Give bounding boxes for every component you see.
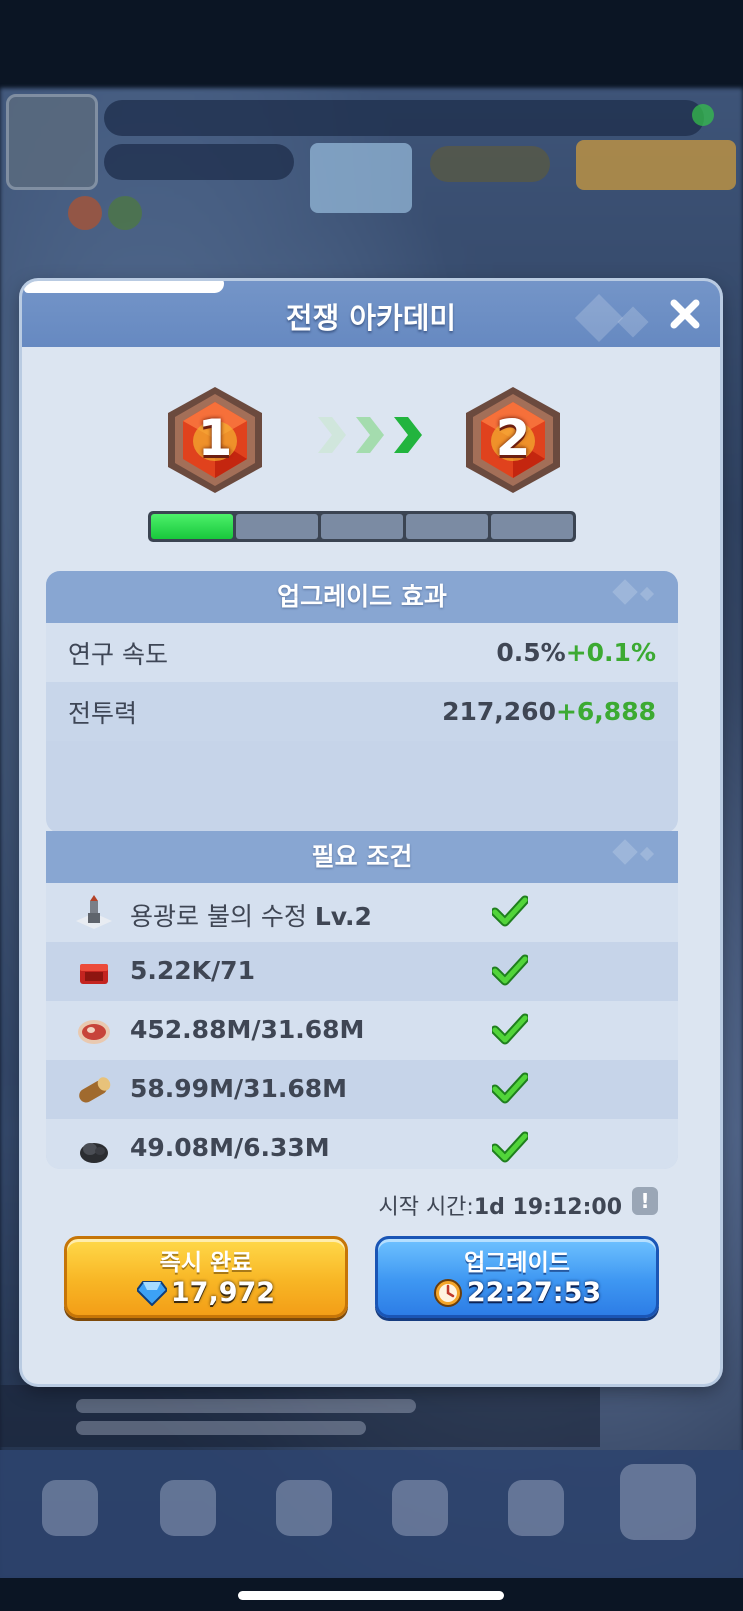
check-icon bbox=[492, 1013, 528, 1045]
hud-icon bbox=[692, 104, 714, 126]
progress-segment bbox=[491, 514, 573, 539]
fire-crystal-icon bbox=[80, 964, 108, 984]
requirement-row: 452.88M/31.68M bbox=[46, 1001, 678, 1060]
next-level-number: 2 bbox=[495, 409, 531, 467]
requirement-text: 58.99M/31.68M bbox=[130, 1074, 348, 1103]
instant-complete-cost: 17,972 bbox=[67, 1277, 345, 1308]
progress-segment bbox=[236, 514, 318, 539]
status-area bbox=[0, 0, 743, 88]
effect-row-power: 전투력 217,260+6,888 bbox=[46, 682, 678, 741]
check-icon bbox=[492, 1131, 528, 1163]
hud-event-icon bbox=[576, 140, 736, 190]
requirement-level: Lv.2 bbox=[314, 902, 372, 931]
requirement-row: 49.08M/6.33M bbox=[46, 1119, 678, 1169]
level-progress-bar bbox=[148, 511, 576, 542]
effects-header-label: 업그레이드 효과 bbox=[277, 582, 447, 611]
player-avatar bbox=[6, 94, 98, 190]
requirement-text: 5.22K/71 bbox=[130, 956, 255, 985]
instant-complete-button[interactable]: 즉시 완료 17,972 bbox=[64, 1236, 348, 1318]
effect-label: 전투력 bbox=[68, 698, 138, 728]
requirements-panel: 필요 조건 용광로 불의 수정 Lv.2 5.22K/71 452.88M/31… bbox=[46, 831, 678, 1169]
upgrade-label: 업그레이드 bbox=[464, 1250, 570, 1276]
check-icon bbox=[492, 1072, 528, 1104]
upgrade-dialog: 전쟁 아카데미 1 2 업그레이드 효과 연구 속도 0.5%+0.1% 전투력… bbox=[22, 281, 720, 1384]
requirements-header: 필요 조건 bbox=[46, 831, 678, 883]
hud-icon bbox=[108, 196, 142, 230]
progress-segment bbox=[321, 514, 403, 539]
gem-cost: 17,972 bbox=[170, 1277, 276, 1308]
meat-icon bbox=[78, 1020, 110, 1044]
dialog-header: 전쟁 아카데미 bbox=[22, 281, 720, 347]
hud-resource-bar bbox=[104, 100, 704, 136]
requirement-text: 49.08M/6.33M bbox=[130, 1133, 330, 1162]
requirement-row: 용광로 불의 수정 Lv.2 bbox=[46, 883, 678, 942]
info-alert-icon[interactable]: ! bbox=[632, 1187, 658, 1215]
effect-value: 0.5% bbox=[496, 638, 566, 667]
chat-feed bbox=[0, 1385, 600, 1447]
start-time: 시작 시간:1d 19:12:00 bbox=[322, 1189, 622, 1221]
clock-icon bbox=[433, 1278, 462, 1307]
building-icon bbox=[76, 895, 112, 929]
current-level-badge: 1 bbox=[162, 383, 268, 497]
effect-value: 217,260 bbox=[442, 697, 556, 726]
requirement-prefix: 용광로 불의 수정 bbox=[130, 902, 315, 931]
coal-icon bbox=[80, 1143, 108, 1163]
nav-icon bbox=[276, 1480, 332, 1536]
effects-header: 업그레이드 효과 bbox=[46, 571, 678, 623]
check-icon bbox=[492, 954, 528, 986]
check-icon bbox=[492, 895, 528, 927]
start-time-label: 시작 시간: bbox=[378, 1195, 474, 1220]
requirement-text: 452.88M/31.68M bbox=[130, 1015, 365, 1044]
nav-icon bbox=[160, 1480, 216, 1536]
upgrade-duration: 22:27:53 bbox=[466, 1277, 602, 1308]
hud-power-bar bbox=[104, 144, 294, 180]
hud-icon bbox=[68, 196, 102, 230]
home-indicator[interactable] bbox=[238, 1591, 504, 1600]
chevron-right-icon bbox=[318, 417, 422, 453]
close-icon bbox=[670, 299, 700, 329]
next-level-badge: 2 bbox=[460, 383, 566, 497]
effect-increase: +0.1% bbox=[565, 638, 656, 667]
hud-event-banner bbox=[310, 143, 412, 213]
requirement-row: 5.22K/71 bbox=[46, 942, 678, 1001]
nav-icon bbox=[392, 1480, 448, 1536]
current-level-number: 1 bbox=[197, 409, 233, 467]
wood-icon bbox=[79, 1077, 111, 1103]
gem-icon bbox=[136, 1280, 167, 1306]
nav-icon bbox=[620, 1464, 696, 1540]
effect-increase: +6,888 bbox=[555, 697, 656, 726]
dialog-title: 전쟁 아카데미 bbox=[285, 301, 457, 335]
start-time-value: 1d 19:12:00 bbox=[473, 1195, 622, 1220]
effect-row-research-speed: 연구 속도 0.5%+0.1% bbox=[46, 623, 678, 682]
snow-decoration bbox=[24, 281, 224, 293]
upgrade-button[interactable]: 업그레이드 22:27:53 bbox=[375, 1236, 659, 1318]
requirements-header-label: 필요 조건 bbox=[311, 842, 413, 871]
requirement-row: 58.99M/31.68M bbox=[46, 1060, 678, 1119]
effect-label: 연구 속도 bbox=[68, 639, 168, 669]
nav-icon bbox=[508, 1480, 564, 1536]
progress-segment bbox=[151, 514, 233, 539]
close-button[interactable] bbox=[662, 291, 708, 337]
nav-icon bbox=[42, 1480, 98, 1536]
progress-segment bbox=[406, 514, 488, 539]
instant-complete-label: 즉시 완료 bbox=[159, 1250, 253, 1276]
upgrade-time: 22:27:53 bbox=[378, 1277, 656, 1308]
upgrade-effects-panel: 업그레이드 효과 연구 속도 0.5%+0.1% 전투력 217,260+6,8… bbox=[46, 571, 678, 833]
requirement-text: 용광로 불의 수정 Lv.2 bbox=[130, 897, 372, 933]
hud-gold-badge bbox=[430, 146, 550, 182]
